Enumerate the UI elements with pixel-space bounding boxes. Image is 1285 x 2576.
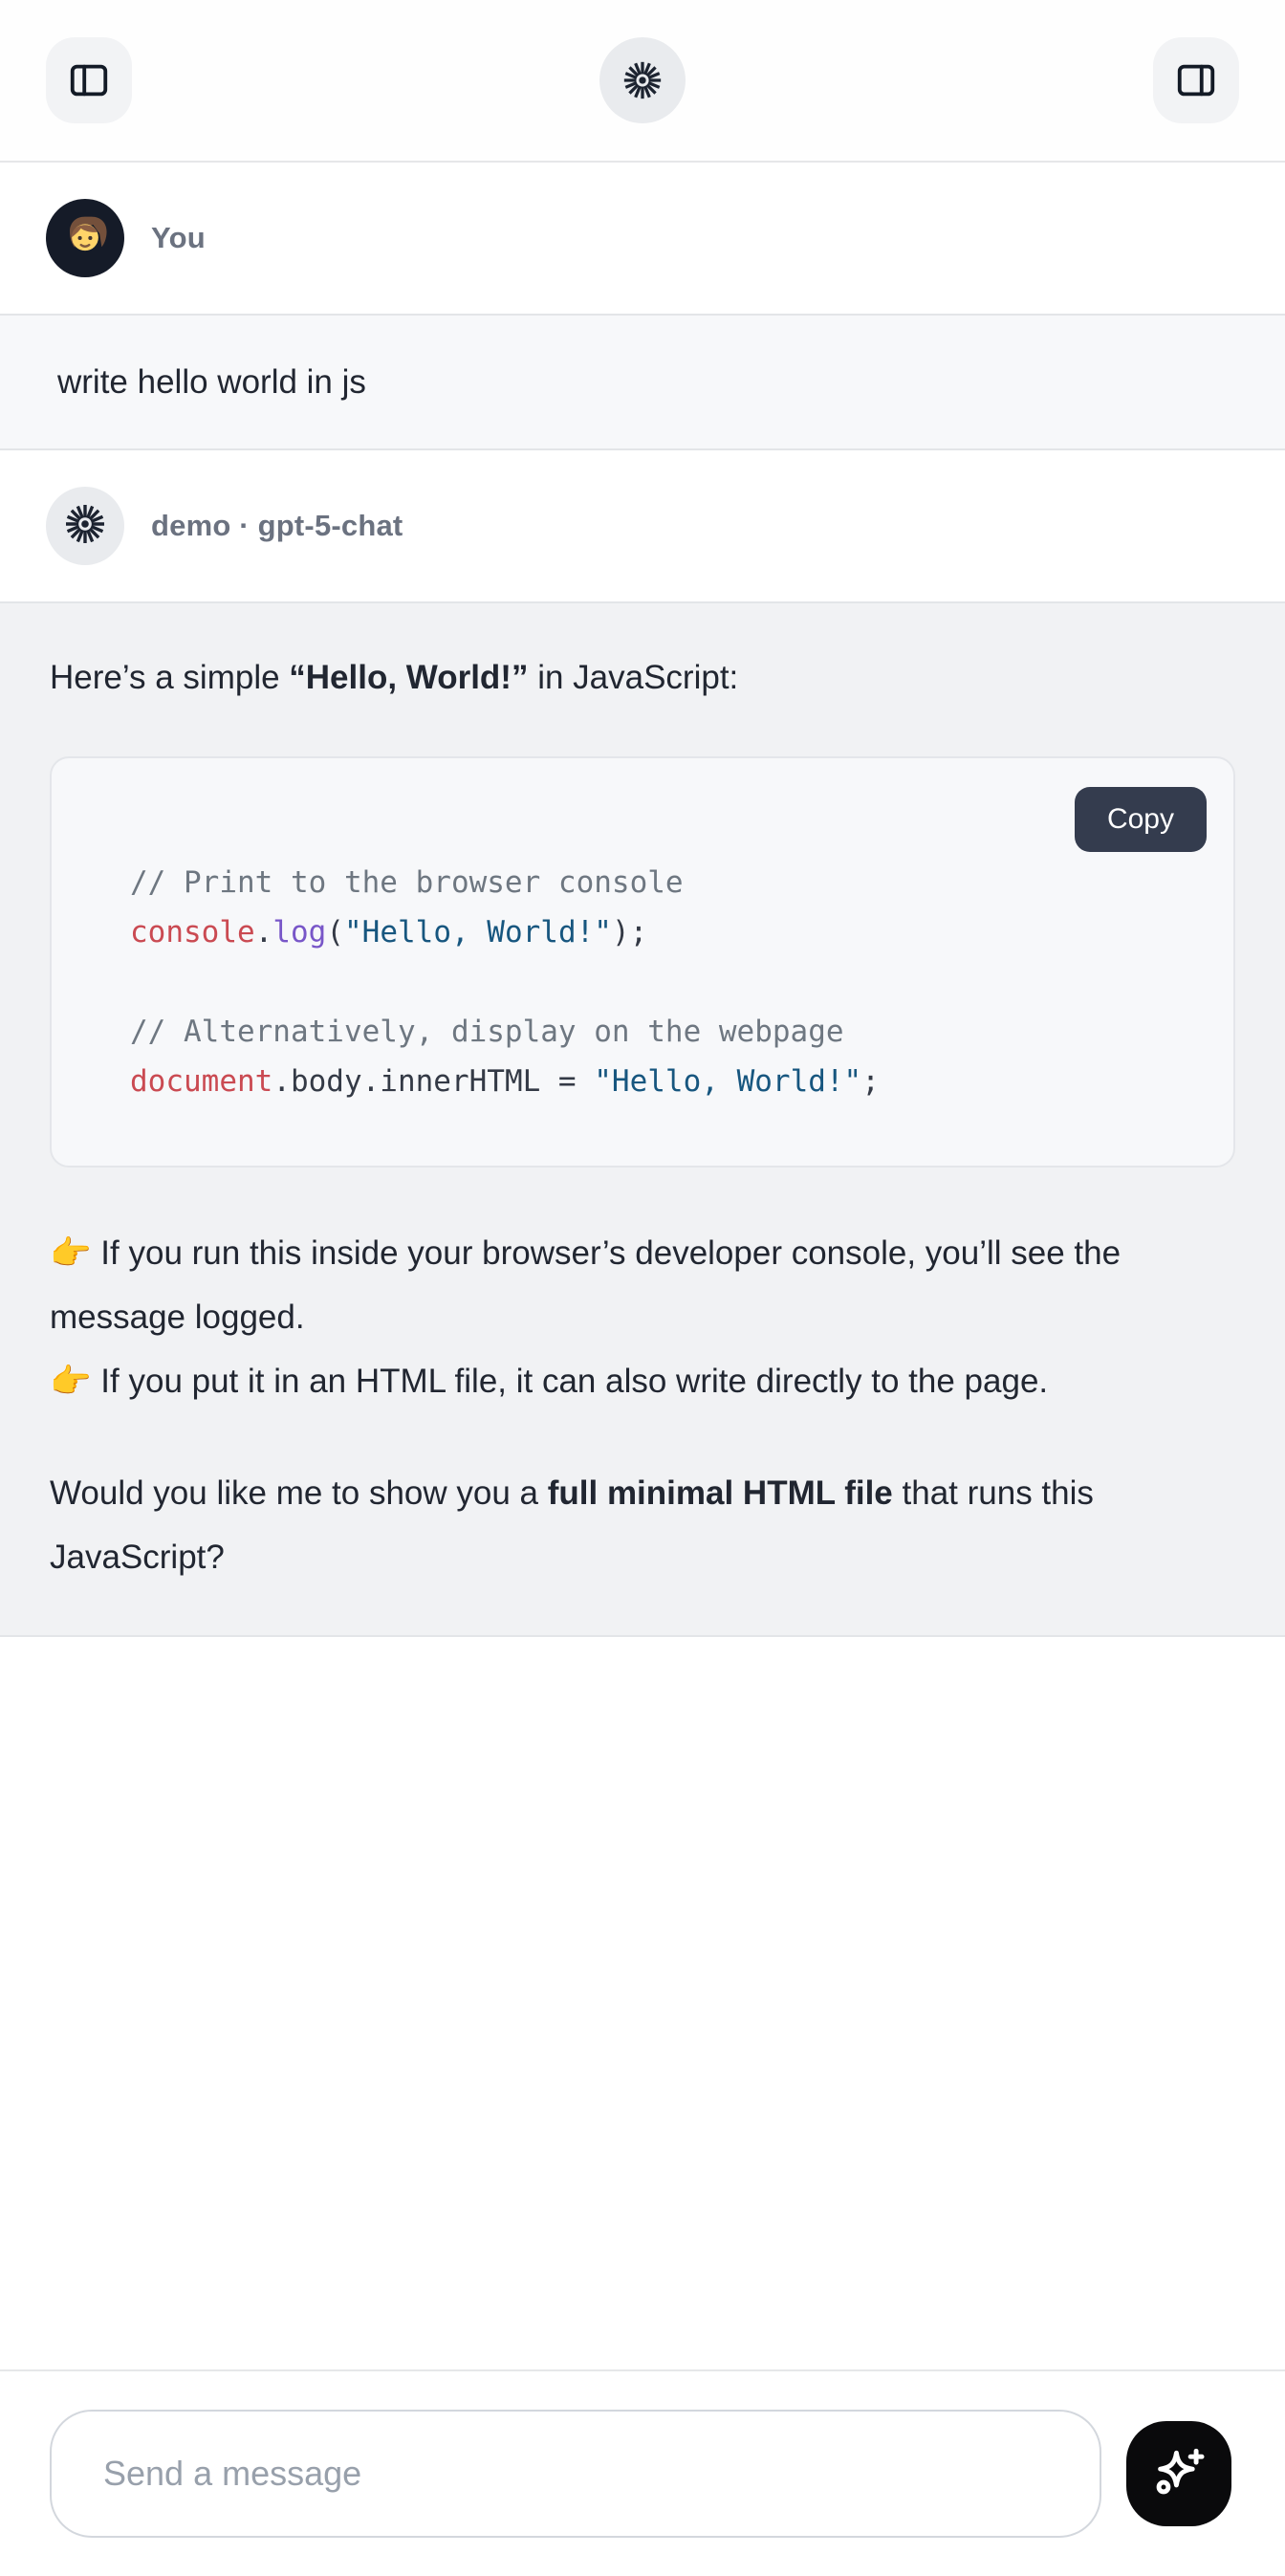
composer-bar [0, 2369, 1285, 2576]
assistant-intro-text: Here’s a simple “Hello, World!” in JavaS… [50, 655, 1235, 701]
assistant-message: Here’s a simple “Hello, World!” in JavaS… [0, 601, 1285, 1637]
panel-left-icon [67, 58, 111, 102]
assistant-message-header: demo · gpt-5-chat [0, 450, 1285, 601]
user-message-text: write hello world in js [57, 363, 366, 402]
send-button[interactable] [1126, 2421, 1231, 2526]
starburst-icon [621, 58, 664, 102]
assistant-avatar [46, 487, 124, 565]
code-block: Copy // Print to the browser console con… [50, 756, 1235, 1168]
model-logo-button[interactable] [599, 37, 686, 123]
user-sender-name: You [151, 221, 206, 255]
copy-button[interactable]: Copy [1075, 787, 1207, 852]
user-message-header: You [0, 163, 1285, 314]
empty-chat-space [0, 1637, 1285, 2369]
message-input[interactable] [50, 2410, 1101, 2538]
assistant-sender-name: demo · gpt-5-chat [151, 509, 403, 543]
assistant-answer-paragraphs: 👉 If you run this inside your browser’s … [50, 1221, 1235, 1589]
sparkle-icon [1149, 2443, 1209, 2505]
code-content: // Print to the browser console console.… [52, 758, 1233, 1166]
chat-app: You write hello world in js demo · gpt-5… [0, 0, 1285, 2576]
user-avatar [46, 199, 124, 277]
panel-right-icon [1174, 58, 1218, 102]
top-bar [0, 0, 1285, 163]
starburst-icon [62, 501, 108, 552]
sidebar-toggle-button[interactable] [46, 37, 132, 123]
person-emoji-icon [60, 211, 110, 266]
right-panel-toggle-button[interactable] [1153, 37, 1239, 123]
user-message: write hello world in js [0, 314, 1285, 450]
